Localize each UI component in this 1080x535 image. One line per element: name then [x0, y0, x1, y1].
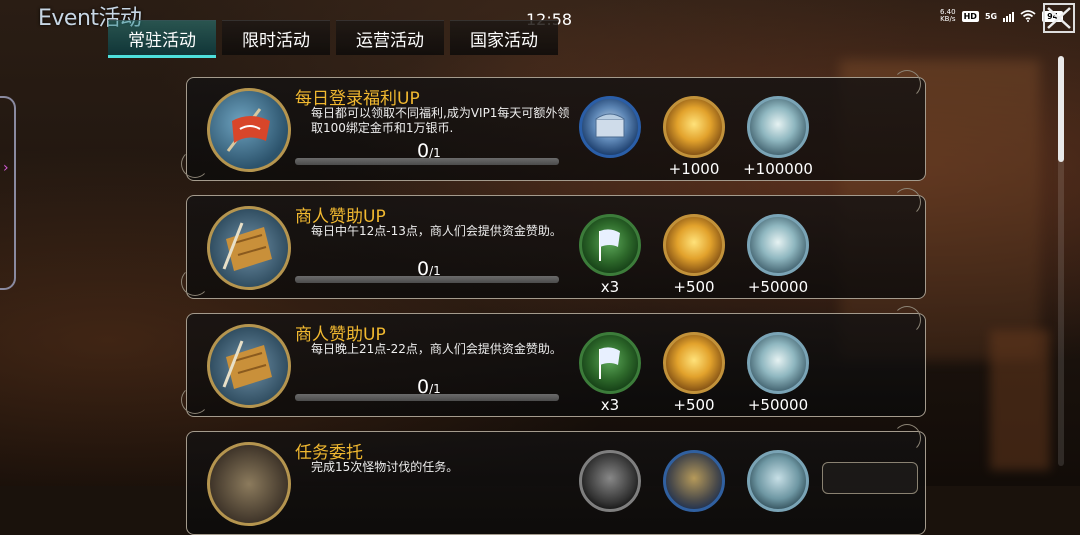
treasure-map-icon	[207, 324, 291, 408]
ornament	[181, 150, 209, 178]
reward-label: x3	[600, 278, 620, 296]
tab-operation[interactable]: 运营活动	[336, 20, 444, 55]
side-drawer-handle[interactable]	[0, 96, 16, 290]
scrollbar[interactable]	[1058, 56, 1064, 466]
reward-label: +500	[673, 396, 715, 414]
green-flag-icon[interactable]	[579, 214, 641, 276]
event-card[interactable]: 任务委托 完成15次怪物讨伐的任务。	[186, 424, 926, 535]
progress-bar	[295, 276, 559, 283]
event-description: 每日晚上21点-22点，商人们会提供资金赞助。	[311, 342, 562, 356]
event-description: 每日中午12点-13点，商人们会提供资金赞助。	[311, 224, 562, 238]
progress-bar	[295, 394, 559, 401]
tab-bar: 常驻活动 限时活动 运营活动 国家活动	[108, 20, 558, 58]
silver-coins-icon[interactable]	[747, 96, 809, 158]
silver-coins-icon[interactable]	[747, 332, 809, 394]
ornament	[893, 306, 921, 334]
5g-icon: 5G	[984, 11, 998, 21]
reward-label: +100000	[743, 160, 813, 178]
reward-label: +50000	[747, 278, 809, 296]
chevron-right-icon[interactable]: ›	[3, 160, 9, 176]
gold-coins-icon[interactable]	[663, 332, 725, 394]
close-icon[interactable]	[1036, 0, 1078, 36]
scrollbar-thumb[interactable]	[1058, 56, 1064, 162]
ornament	[181, 386, 209, 414]
tab-country[interactable]: 国家活动	[450, 20, 558, 55]
treasure-map-icon	[207, 206, 291, 290]
go-button[interactable]	[822, 462, 918, 494]
dark-item-icon[interactable]	[579, 450, 641, 512]
wifi-icon	[1020, 10, 1036, 22]
event-card[interactable]: 商人赞助UP 每日晚上21点-22点，商人们会提供资金赞助。 0/1 x3 +5…	[181, 306, 926, 417]
reward-label: +1000	[668, 160, 720, 178]
silver-chest-icon[interactable]	[579, 96, 641, 158]
signal-icon	[1003, 10, 1015, 22]
reward-label: +500	[673, 278, 715, 296]
silver-coins-icon[interactable]	[747, 214, 809, 276]
network-speed: 6.40 KB/s	[940, 8, 956, 23]
progress-bar	[295, 158, 559, 165]
gold-coins-icon[interactable]	[663, 96, 725, 158]
event-card[interactable]: 每日登录福利UP 每日都可以领取不同福利,成为VIP1每天可额外领取100绑定金…	[181, 70, 926, 181]
ornament	[181, 268, 209, 296]
tab-permanent[interactable]: 常驻活动	[108, 20, 216, 58]
ornament	[893, 188, 921, 216]
blue-item-icon[interactable]	[663, 450, 725, 512]
event-description: 每日都可以领取不同福利,成为VIP1每天可额外领取100绑定金币和1万银币.	[311, 106, 570, 135]
green-flag-icon[interactable]	[579, 332, 641, 394]
hd-icon: HD	[961, 10, 979, 22]
scroll-icon	[207, 442, 291, 526]
silver-coins-icon[interactable]	[747, 450, 809, 512]
event-card[interactable]: 商人赞助UP 每日中午12点-13点，商人们会提供资金赞助。 0/1 x3 +5…	[181, 188, 926, 299]
ornament	[893, 424, 921, 452]
tab-limited[interactable]: 限时活动	[222, 20, 330, 55]
red-banner-icon	[207, 88, 291, 172]
ornament	[893, 70, 921, 98]
reward-label: x3	[600, 396, 620, 414]
gold-coins-icon[interactable]	[663, 214, 725, 276]
event-description: 完成15次怪物讨伐的任务。	[311, 460, 459, 474]
reward-label: +50000	[747, 396, 809, 414]
background-window	[990, 330, 1050, 470]
